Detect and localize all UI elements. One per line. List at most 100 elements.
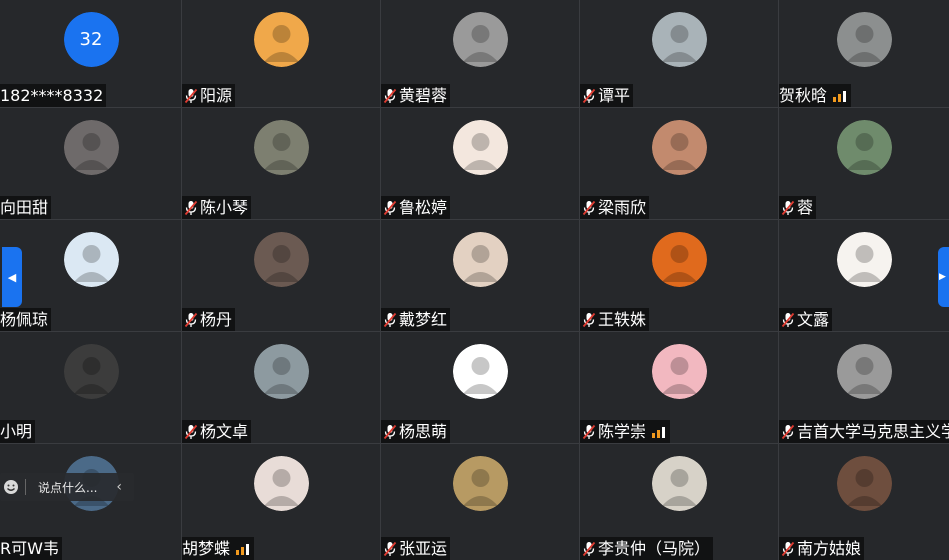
prev-page-button[interactable]: ◀	[2, 247, 22, 307]
participant-tile[interactable]: 胡梦蝶	[182, 444, 380, 560]
participant-name-label: 王轶姝	[580, 308, 650, 331]
participant-tile[interactable]: 陈小琴	[182, 108, 380, 219]
avatar	[652, 120, 707, 175]
mic-muted-icon	[582, 200, 596, 216]
participant-tile[interactable]: 戴梦红	[381, 220, 579, 331]
participant-name: 贺秋晗	[779, 86, 828, 105]
participant-name-label: 谭平	[580, 84, 634, 107]
participant-tile[interactable]: 王轶姝	[580, 220, 778, 331]
participant-name: 王轶姝	[598, 310, 647, 329]
participant-name: 杨文卓	[200, 422, 249, 441]
chat-divider	[25, 479, 26, 495]
participant-name-label: 贺秋晗	[779, 84, 852, 107]
participant-tile[interactable]: 向田甜	[0, 108, 181, 219]
participant-name: 小明	[0, 422, 33, 441]
participant-tile[interactable]: 杨丹	[182, 220, 380, 331]
participant-tile[interactable]: 杨佩琼	[0, 220, 181, 331]
avatar	[652, 344, 707, 399]
participant-tile[interactable]: 谭平	[580, 0, 778, 107]
mic-muted-icon	[582, 424, 596, 440]
signal-strength-icon	[236, 543, 250, 555]
participant-tile[interactable]: 梁雨欣	[580, 108, 778, 219]
participant-name-label: 文露	[779, 308, 833, 331]
participant-name: 杨丹	[200, 310, 233, 329]
participant-name-label: 蓉	[779, 196, 817, 219]
participant-name-label: R可W韦	[0, 537, 62, 560]
avatar	[453, 232, 508, 287]
participant-name-label: 鲁松婷	[381, 196, 451, 219]
avatar	[652, 12, 707, 67]
avatar	[837, 456, 892, 511]
participant-tile[interactable]: 陈学崇	[580, 332, 778, 443]
participant-tile[interactable]: 文露	[779, 220, 949, 331]
avatar	[453, 344, 508, 399]
avatar	[837, 120, 892, 175]
participant-name: 文露	[797, 310, 830, 329]
participant-name-label: 杨佩琼	[0, 308, 52, 331]
participant-tile[interactable]: 鲁松婷	[381, 108, 579, 219]
mic-muted-icon	[184, 88, 198, 104]
participant-name: 南方姑娘	[797, 539, 862, 558]
participant-name-label: 吉首大学马克思主义学	[779, 420, 949, 443]
mic-muted-icon	[582, 541, 596, 557]
participant-tile[interactable]: 李贵仲（马院）	[580, 444, 778, 560]
avatar: 32	[63, 12, 119, 67]
signal-strength-icon	[652, 426, 666, 438]
participant-name-label: 杨丹	[182, 308, 236, 331]
participant-name-label: 南方姑娘	[779, 537, 865, 560]
participant-name-label: 张亚运	[381, 537, 451, 560]
avatar	[254, 344, 309, 399]
participant-name: 杨思萌	[399, 422, 448, 441]
participant-tile[interactable]: 贺秋晗	[779, 0, 949, 107]
mic-muted-icon	[383, 200, 397, 216]
participant-tile[interactable]: 阳源	[182, 0, 380, 107]
participant-tile[interactable]: 吉首大学马克思主义学	[779, 332, 949, 443]
participant-name-label: 陈学崇	[580, 420, 671, 443]
participant-grid: 32 182****8332 阳源 黄碧蓉 谭平 贺秋晗 向田甜 陈小琴 鲁松婷 梁雨欣蓉杨佩琼杨…	[0, 0, 949, 560]
participant-tile[interactable]: 蓉	[779, 108, 949, 219]
participant-tile[interactable]: 张亚运	[381, 444, 579, 560]
emoji-icon[interactable]	[3, 479, 19, 495]
participant-tile[interactable]: 小明	[0, 332, 181, 443]
participant-name: 梁雨欣	[598, 198, 647, 217]
participant-name: 吉首大学马克思主义学	[797, 422, 949, 441]
participant-name-label: 梁雨欣	[580, 196, 650, 219]
participant-tile[interactable]: 杨思萌	[381, 332, 579, 443]
mic-muted-icon	[781, 200, 795, 216]
chevron-left-icon[interactable]: ‹	[116, 479, 122, 495]
participant-tile[interactable]: 黄碧蓉	[381, 0, 579, 107]
avatar	[453, 120, 508, 175]
participant-tile[interactable]: R可W韦	[0, 444, 181, 560]
chat-placeholder[interactable]: 说点什么...	[38, 479, 97, 496]
participant-tile[interactable]: 杨文卓	[182, 332, 380, 443]
next-page-button[interactable]: ▶	[938, 247, 949, 307]
mic-muted-icon	[781, 541, 795, 557]
participant-name: 杨佩琼	[0, 310, 49, 329]
participant-name-label: 黄碧蓉	[381, 84, 451, 107]
avatar	[254, 456, 309, 511]
participant-name: 陈小琴	[200, 198, 249, 217]
participant-name: 黄碧蓉	[399, 86, 448, 105]
participant-name: 张亚运	[399, 539, 448, 558]
mic-muted-icon	[184, 312, 198, 328]
chevron-right-icon: ▶	[939, 272, 946, 282]
chat-input-bar[interactable]: 说点什么... ‹	[0, 473, 134, 501]
participant-name: 陈学崇	[598, 422, 647, 441]
signal-strength-icon	[833, 90, 847, 102]
participant-name: 李贵仲（马院）	[598, 539, 711, 558]
mic-muted-icon	[582, 312, 596, 328]
avatar	[254, 120, 309, 175]
participant-name: 向田甜	[0, 198, 49, 217]
avatar	[63, 120, 119, 175]
avatar	[254, 12, 309, 67]
participant-name-label: 杨思萌	[381, 420, 451, 443]
participant-tile[interactable]: 南方姑娘	[779, 444, 949, 560]
participant-name-label: 胡梦蝶	[182, 537, 255, 560]
participant-name: 182****8332	[0, 86, 104, 105]
avatar	[837, 12, 892, 67]
mic-muted-icon	[184, 424, 198, 440]
participant-tile[interactable]: 32 182****8332	[0, 0, 181, 107]
mic-muted-icon	[781, 424, 795, 440]
avatar-initials: 32	[63, 12, 119, 67]
mic-muted-icon	[781, 312, 795, 328]
